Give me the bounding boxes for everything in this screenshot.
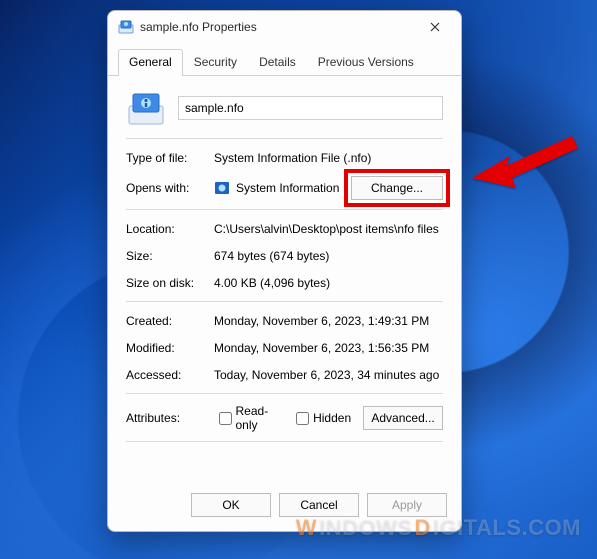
cancel-button[interactable]: Cancel xyxy=(279,493,359,517)
type-label: Type of file: xyxy=(126,151,214,165)
attributes-label: Attributes: xyxy=(126,411,207,425)
size-value: 674 bytes (674 bytes) xyxy=(214,249,443,263)
accessed-label: Accessed: xyxy=(126,368,214,382)
advanced-button[interactable]: Advanced... xyxy=(363,406,443,430)
location-label: Location: xyxy=(126,222,214,236)
hidden-checkbox-label[interactable]: Hidden xyxy=(296,411,351,425)
change-highlight: Change... xyxy=(351,176,443,200)
size-on-disk-value: 4.00 KB (4,096 bytes) xyxy=(214,276,443,290)
window-title: sample.nfo Properties xyxy=(140,20,415,34)
watermark: W INDOWS D IGITALS.COM xyxy=(296,515,581,541)
close-icon xyxy=(430,22,440,32)
tab-strip: General Security Details Previous Versio… xyxy=(108,43,461,76)
tab-content: Type of file: System Information File (.… xyxy=(108,76,461,483)
window-icon xyxy=(118,19,134,35)
hidden-checkbox[interactable] xyxy=(296,412,309,425)
change-button[interactable]: Change... xyxy=(351,176,443,200)
properties-dialog: sample.nfo Properties General Security D… xyxy=(107,10,462,532)
divider xyxy=(126,209,443,210)
titlebar: sample.nfo Properties xyxy=(108,11,461,43)
location-value: C:\Users\alvin\Desktop\post items\nfo fi… xyxy=(214,222,443,236)
opens-with-app: System Information xyxy=(236,181,339,195)
apply-button[interactable]: Apply xyxy=(367,493,447,517)
tab-security[interactable]: Security xyxy=(183,49,248,75)
ok-button[interactable]: OK xyxy=(191,493,271,517)
app-icon xyxy=(214,180,230,196)
close-button[interactable] xyxy=(415,13,455,41)
readonly-checkbox-label[interactable]: Read-only xyxy=(219,404,285,432)
tab-previous-versions[interactable]: Previous Versions xyxy=(307,49,425,75)
divider xyxy=(126,138,443,139)
accessed-value: Today, November 6, 2023, 34 minutes ago xyxy=(214,368,443,382)
divider xyxy=(126,301,443,302)
readonly-checkbox[interactable] xyxy=(219,412,232,425)
type-value: System Information File (.nfo) xyxy=(214,151,443,165)
modified-value: Monday, November 6, 2023, 1:56:35 PM xyxy=(214,341,443,355)
file-type-icon xyxy=(126,88,166,128)
created-value: Monday, November 6, 2023, 1:49:31 PM xyxy=(214,314,443,328)
tab-details[interactable]: Details xyxy=(248,49,307,75)
modified-label: Modified: xyxy=(126,341,214,355)
size-label: Size: xyxy=(126,249,214,263)
divider xyxy=(126,393,443,394)
created-label: Created: xyxy=(126,314,214,328)
tab-general[interactable]: General xyxy=(118,49,183,76)
opens-with-label: Opens with: xyxy=(126,181,214,195)
size-on-disk-label: Size on disk: xyxy=(126,276,214,290)
filename-input[interactable] xyxy=(178,96,443,120)
divider xyxy=(126,441,443,442)
